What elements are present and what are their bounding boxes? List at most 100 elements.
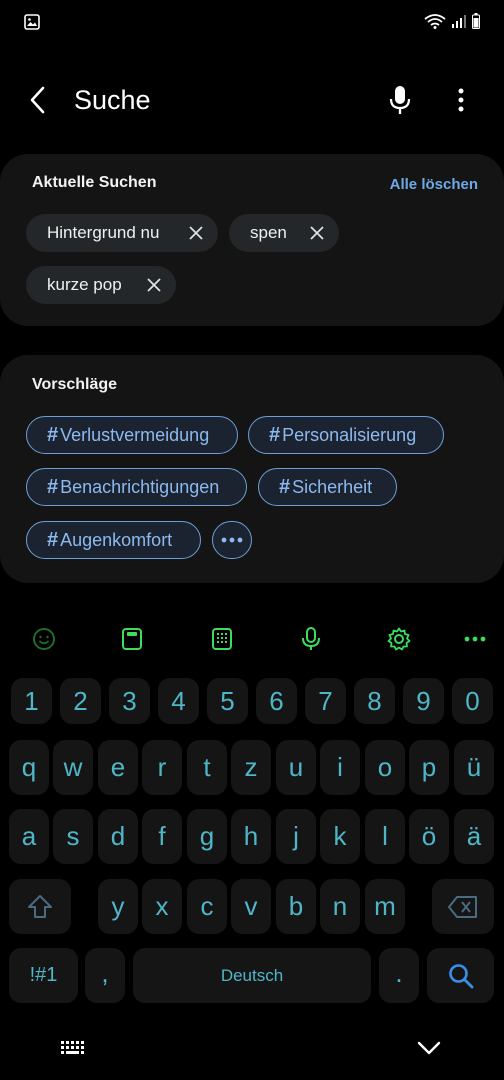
more-options-button[interactable]	[446, 80, 476, 120]
key-q[interactable]: q	[9, 740, 49, 795]
suggestion-tag[interactable]: # Augenkomfort	[26, 521, 201, 559]
clipboard-button[interactable]	[119, 626, 145, 652]
key-0[interactable]: 0	[452, 678, 493, 724]
voice-input-icon	[302, 627, 320, 650]
recent-searches-title: Aktuelle Suchen	[32, 174, 157, 191]
keypad-button[interactable]	[209, 626, 235, 652]
battery-icon	[472, 13, 480, 29]
keyboard-switch-button[interactable]	[58, 1037, 88, 1059]
key-g[interactable]: g	[187, 809, 227, 864]
key-comma[interactable]: ,	[85, 948, 125, 1003]
recent-searches-card: Aktuelle Suchen Alle löschen Hintergrund…	[0, 154, 504, 326]
key-a[interactable]: a	[9, 809, 49, 864]
suggestion-tag-label: Personalisierung	[282, 424, 417, 445]
more-horiz-icon	[221, 537, 243, 543]
space-key[interactable]: Deutsch	[133, 948, 371, 1003]
key-r[interactable]: r	[142, 740, 182, 795]
key-v[interactable]: v	[231, 879, 271, 934]
key-c[interactable]: c	[187, 879, 227, 934]
more-horiz-icon	[464, 636, 486, 642]
hash-icon: #	[269, 423, 281, 446]
suggestion-tag-label: Benachrichtigungen	[60, 476, 220, 497]
backspace-icon	[448, 895, 477, 918]
key-ae[interactable]: ä	[454, 809, 494, 864]
hide-keyboard-icon	[417, 1041, 441, 1055]
suggestions-card: Vorschläge # Verlustvermeidung # Personali…	[0, 355, 504, 583]
key-d[interactable]: d	[98, 809, 138, 864]
key-7[interactable]: 7	[305, 678, 346, 724]
key-l[interactable]: l	[365, 809, 405, 864]
key-period[interactable]: .	[379, 948, 419, 1003]
key-f[interactable]: f	[142, 809, 182, 864]
page-title: Suche	[74, 85, 151, 115]
back-button[interactable]	[20, 82, 56, 118]
key-i[interactable]: i	[320, 740, 360, 795]
key-s[interactable]: s	[53, 809, 93, 864]
keyboard-settings-button[interactable]	[386, 626, 412, 652]
suggestion-tag-label: Sicherheit	[292, 476, 373, 497]
close-icon[interactable]	[309, 225, 325, 241]
back-icon	[30, 86, 45, 114]
suggestion-tag-label: Verlustvermeidung	[60, 424, 210, 445]
key-h[interactable]: h	[231, 809, 271, 864]
search-icon	[448, 963, 473, 988]
key-x[interactable]: x	[142, 879, 182, 934]
key-3[interactable]: 3	[109, 678, 150, 724]
key-k[interactable]: k	[320, 809, 360, 864]
symbols-key[interactable]: !#1	[9, 948, 78, 1003]
emoji-icon	[33, 628, 55, 650]
key-n[interactable]: n	[320, 879, 360, 934]
recent-chip-label: Hintergrund nu	[47, 223, 160, 242]
voice-search-button[interactable]	[382, 80, 418, 120]
key-j[interactable]: j	[276, 809, 316, 864]
voice-input-button[interactable]	[298, 626, 324, 652]
suggestion-tag[interactable]: # Sicherheit	[258, 468, 397, 506]
microphone-icon	[389, 86, 411, 114]
status-bar	[0, 0, 504, 44]
key-u[interactable]: u	[276, 740, 316, 795]
key-m[interactable]: m	[365, 879, 405, 934]
navigation-bar	[0, 1020, 504, 1080]
more-suggestions-button[interactable]	[212, 521, 252, 559]
recent-chip[interactable]: spen	[229, 214, 339, 252]
key-e[interactable]: e	[98, 740, 138, 795]
recent-chip-label: kurze pop	[47, 275, 122, 294]
key-y[interactable]: y	[98, 879, 138, 934]
recent-chip[interactable]: Hintergrund nu	[26, 214, 218, 252]
key-4[interactable]: 4	[158, 678, 199, 724]
keyboard-switch-icon	[61, 1041, 84, 1054]
key-2[interactable]: 2	[60, 678, 101, 724]
key-9[interactable]: 9	[403, 678, 444, 724]
hide-keyboard-button[interactable]	[414, 1036, 444, 1060]
key-w[interactable]: w	[53, 740, 93, 795]
suggestion-tag[interactable]: # Personalisierung	[248, 416, 444, 454]
key-o[interactable]: o	[365, 740, 405, 795]
search-key[interactable]	[427, 948, 494, 1003]
key-6[interactable]: 6	[256, 678, 297, 724]
key-oe[interactable]: ö	[409, 809, 449, 864]
key-ue[interactable]: ü	[454, 740, 494, 795]
hash-icon: #	[279, 475, 291, 498]
recent-chip-label: spen	[250, 223, 287, 242]
key-5[interactable]: 5	[207, 678, 248, 724]
close-icon[interactable]	[188, 225, 204, 241]
key-b[interactable]: b	[276, 879, 316, 934]
suggestion-tag[interactable]: # Benachrichtigungen	[26, 468, 247, 506]
key-8[interactable]: 8	[354, 678, 395, 724]
recent-chip[interactable]: kurze pop	[26, 266, 176, 304]
shift-key[interactable]	[9, 879, 71, 934]
app-header: Suche	[0, 70, 504, 130]
keyboard-more-button[interactable]	[462, 626, 488, 652]
backspace-key[interactable]	[432, 879, 494, 934]
key-t[interactable]: t	[187, 740, 227, 795]
close-icon[interactable]	[146, 277, 162, 293]
suggestion-tag[interactable]: # Verlustvermeidung	[26, 416, 238, 454]
clear-all-button[interactable]: Alle löschen	[390, 176, 478, 193]
key-p[interactable]: p	[409, 740, 449, 795]
key-1[interactable]: 1	[11, 678, 52, 724]
emoji-button[interactable]	[31, 626, 57, 652]
hash-icon: #	[47, 475, 59, 498]
key-z[interactable]: z	[231, 740, 271, 795]
hash-icon: #	[47, 423, 59, 446]
keyboard-toolbar	[0, 618, 504, 658]
